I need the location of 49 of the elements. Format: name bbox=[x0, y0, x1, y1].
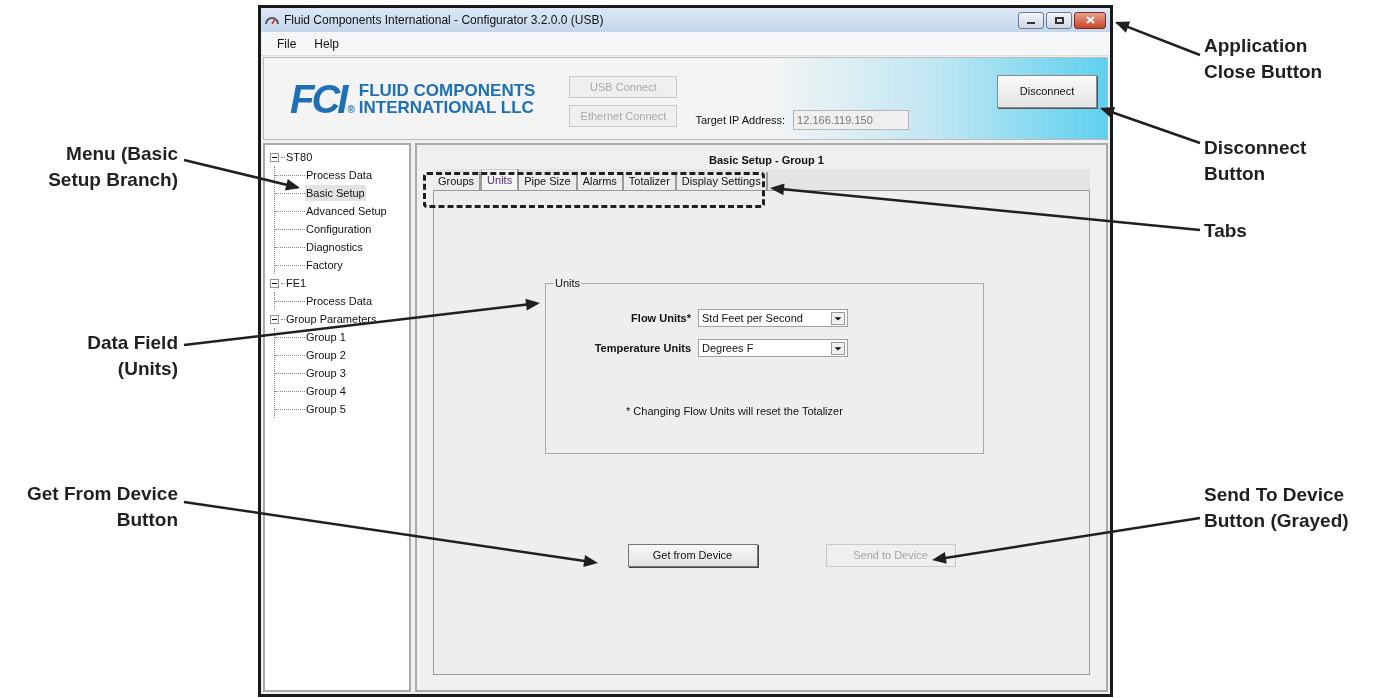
gauge-icon bbox=[265, 14, 279, 26]
note-text: * Changing Flow Units will reset the Totalizer bbox=[626, 404, 844, 419]
callout-label: Get From Device Button bbox=[27, 482, 178, 532]
close-icon bbox=[1085, 16, 1095, 24]
tree-item[interactable]: Diagnostics bbox=[305, 238, 364, 256]
tree-item[interactable]: Basic Setup bbox=[305, 184, 366, 202]
tree-item[interactable]: Group 1 bbox=[305, 328, 347, 346]
callout-label: Application Close Button bbox=[1204, 34, 1323, 84]
tree-item[interactable]: Factory bbox=[305, 256, 344, 274]
callout-label: Tabs bbox=[1204, 219, 1247, 243]
company-name: INTERNATIONAL LLC bbox=[358, 98, 535, 116]
tree-item[interactable]: Process Data bbox=[305, 292, 374, 310]
registered-mark: ® bbox=[347, 102, 355, 117]
callout-label: Disconnect Button bbox=[1204, 136, 1307, 186]
collapse-icon[interactable] bbox=[270, 152, 279, 162]
tree-item[interactable]: Group 4 bbox=[305, 382, 347, 400]
tree-item[interactable]: Group 3 bbox=[305, 364, 347, 382]
callout-label: Data Field (Units) bbox=[87, 331, 178, 381]
logo-mark: FCI bbox=[290, 78, 346, 119]
collapse-icon[interactable] bbox=[270, 278, 279, 288]
dropdown-field[interactable]: Std Feet per Second bbox=[698, 309, 848, 327]
tab[interactable]: Units bbox=[481, 169, 520, 190]
minimize-button[interactable] bbox=[1018, 11, 1044, 29]
group-legend: Units bbox=[554, 276, 582, 290]
tree-item[interactable]: ST80 bbox=[285, 148, 314, 166]
tree-item[interactable]: FE1 bbox=[285, 274, 308, 292]
window-title: Fluid Components International - Configurator 3.2.0.0 (USB) bbox=[284, 12, 604, 29]
close-button[interactable] bbox=[1074, 11, 1106, 29]
disconnect-button[interactable]: Disconnect bbox=[997, 75, 1097, 108]
panel-title: Basic Setup - Group 1 bbox=[708, 153, 825, 168]
device-button[interactable]: Get from Device bbox=[627, 544, 758, 567]
company-name: FLUID COMPONENTS bbox=[358, 81, 536, 99]
tree-item[interactable]: Group 5 bbox=[305, 400, 347, 418]
tree-item[interactable]: Process Data bbox=[305, 166, 374, 184]
dropdown-field[interactable]: Degrees F bbox=[698, 339, 848, 357]
tree-item[interactable]: Group 2 bbox=[305, 346, 347, 364]
callout-label: Menu (Basic Setup Branch) bbox=[48, 142, 178, 192]
menu-item[interactable]: Help bbox=[314, 34, 340, 53]
maximize-button[interactable] bbox=[1046, 11, 1072, 29]
callout-label: Send To Device Button (Grayed) bbox=[1204, 483, 1349, 533]
tree-item[interactable]: Group Parameters bbox=[285, 310, 378, 328]
tree-item[interactable]: Configuration bbox=[305, 220, 373, 238]
ip-label: Target IP Address: bbox=[695, 112, 786, 128]
collapse-icon[interactable] bbox=[270, 314, 279, 324]
field-label: Temperature Units bbox=[593, 340, 691, 356]
menu-item[interactable]: File bbox=[277, 34, 297, 53]
ip-field[interactable]: 12.166.119.150 bbox=[793, 110, 910, 130]
tree-item[interactable]: Advanced Setup bbox=[305, 202, 388, 220]
field-label: Flow Units* bbox=[630, 310, 691, 326]
